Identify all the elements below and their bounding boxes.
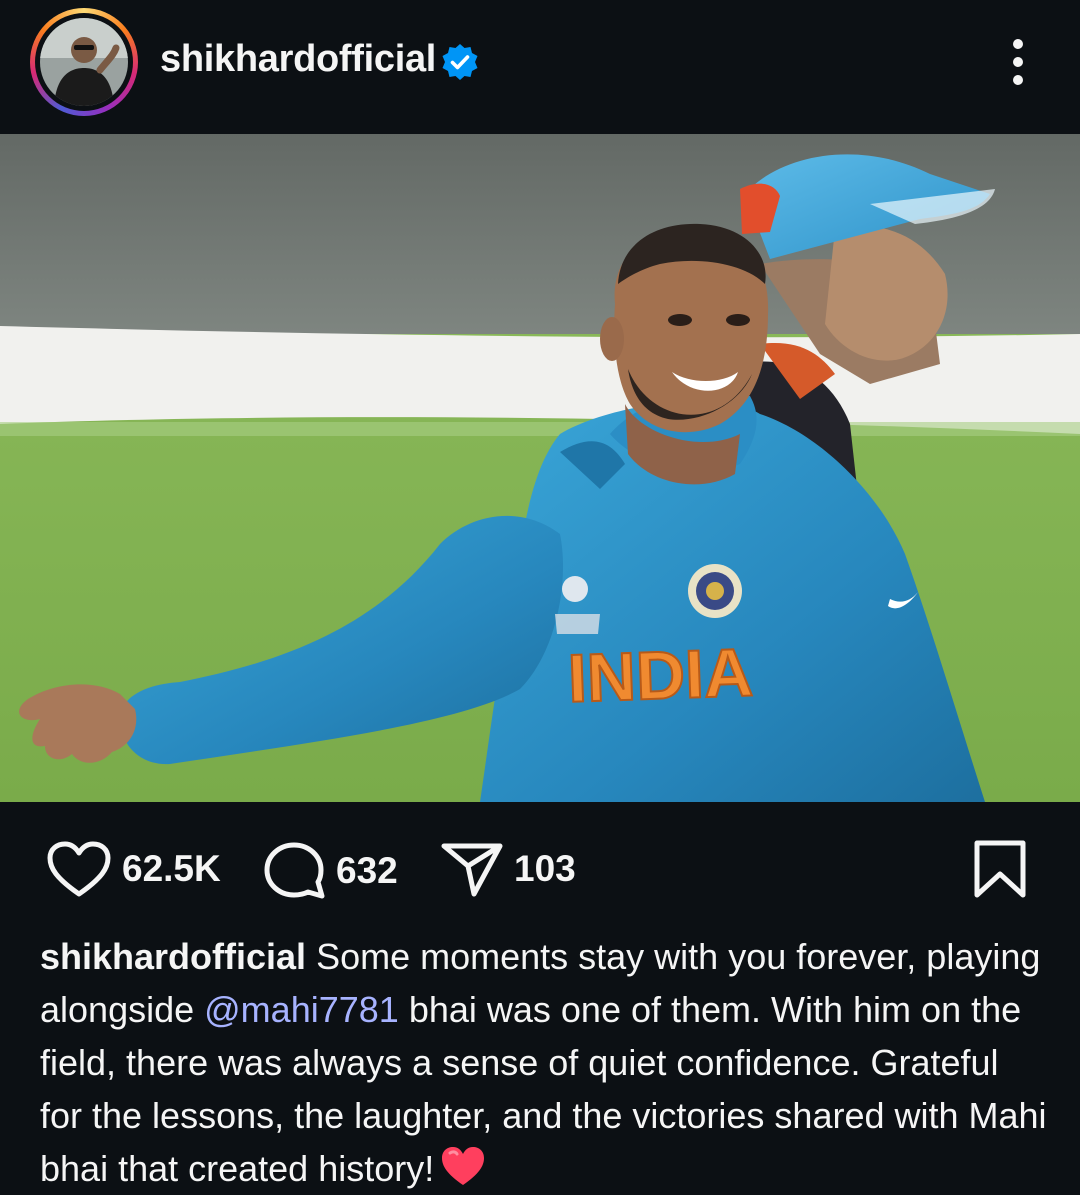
header-username[interactable]: shikhardofficial — [160, 38, 436, 81]
verified-badge-icon — [442, 44, 478, 80]
more-options-icon[interactable] — [1000, 38, 1036, 86]
send-icon — [441, 843, 503, 897]
profile-photo-icon — [40, 18, 128, 106]
share-count: 103 — [514, 848, 576, 889]
heart-outline-icon — [47, 841, 111, 897]
post-image[interactable]: INDIA — [0, 134, 1080, 802]
like-count: 62.5K — [122, 848, 221, 889]
action-bar: 62.5K 632 103 — [0, 802, 1080, 932]
comment-icon — [264, 842, 325, 899]
red-heart-emoji-icon — [442, 1147, 485, 1185]
post-header: shikhardofficial — [0, 0, 1080, 134]
like-button[interactable]: 62.5K — [46, 840, 221, 898]
story-ring[interactable] — [30, 8, 138, 116]
share-button[interactable]: 103 — [440, 840, 576, 898]
jersey-text: INDIA — [567, 634, 755, 716]
avatar[interactable] — [40, 18, 128, 106]
caption: shikhardofficial Some moments stay with … — [40, 930, 1050, 1195]
mention-link[interactable]: @mahi7781 — [204, 989, 399, 1030]
caption-username[interactable]: shikhardofficial — [40, 936, 306, 977]
comment-count: 632 — [336, 850, 398, 891]
bookmark-icon[interactable] — [972, 838, 1028, 900]
comment-button[interactable]: 632 — [262, 840, 398, 902]
